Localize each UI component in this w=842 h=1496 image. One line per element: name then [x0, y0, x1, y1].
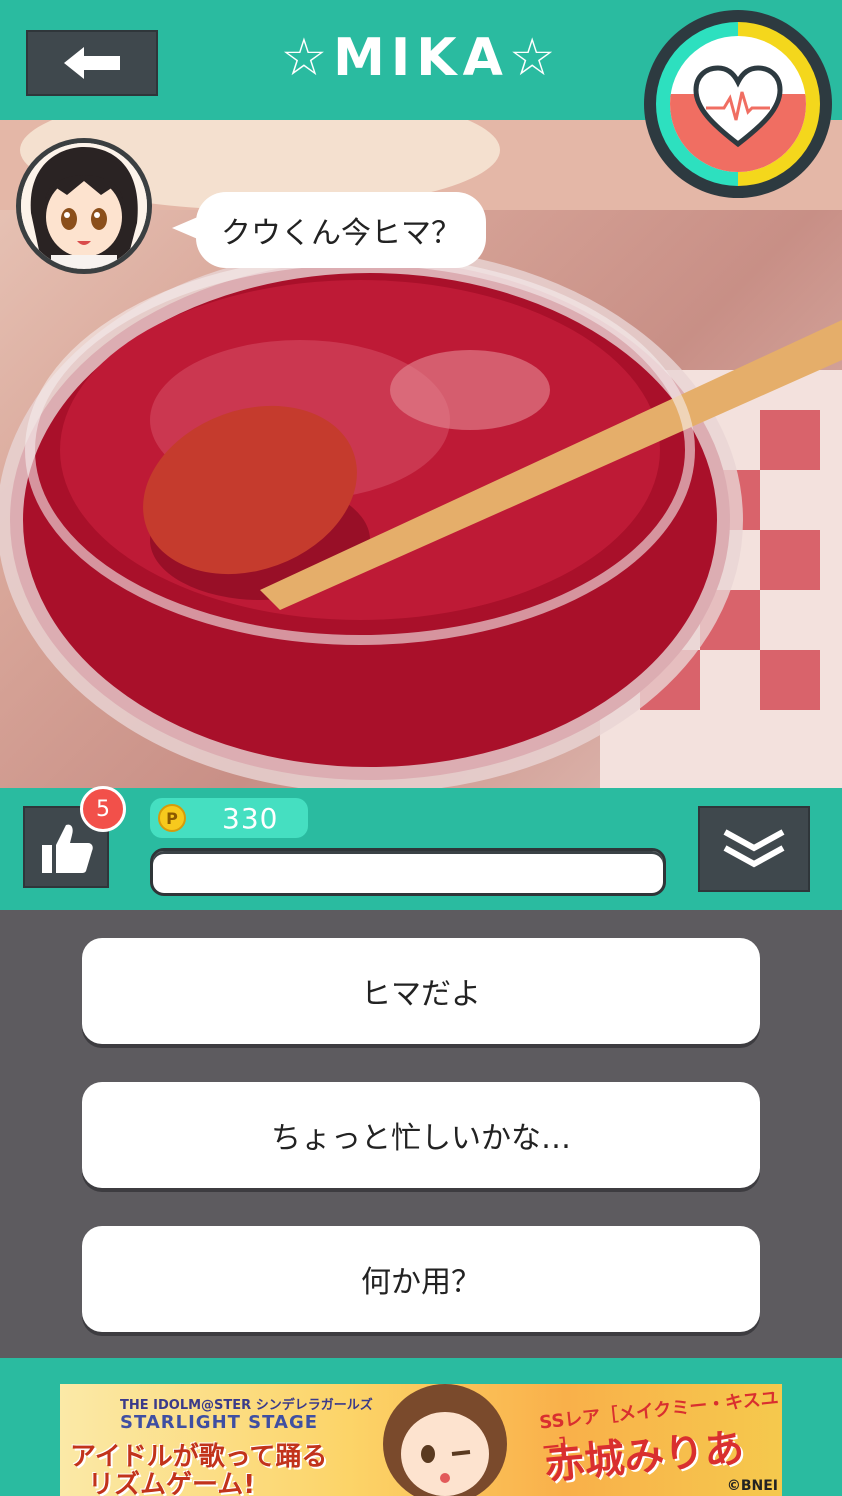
choices-panel: ヒマだよ ちょっと忙しいかな… 何か用？	[0, 910, 842, 1358]
ad-subtitle: STARLIGHT STAGE	[120, 1412, 319, 1433]
double-chevron-down-icon	[723, 829, 785, 868]
points-display: P 330	[150, 798, 308, 838]
thumbs-up-icon	[42, 824, 93, 873]
choice-button-3[interactable]: 何か用？	[82, 1226, 760, 1332]
arrow-left-icon	[64, 47, 120, 79]
ad-character-image	[383, 1384, 507, 1496]
ad-copyright: ©BNEI	[726, 1478, 778, 1494]
chat-message: クウくん今ヒマ？	[221, 216, 461, 251]
ad-banner[interactable]: THE IDOLM@STER シンデレラガールズ STARLIGHT STAGE…	[60, 1384, 782, 1496]
speech-bubble: クウくん今ヒマ？	[172, 192, 486, 268]
ad-brand: THE IDOLM@STER シンデレラガールズ	[120, 1398, 373, 1413]
ad-headline-2: リズムゲーム!	[88, 1470, 256, 1496]
character-face-icon	[21, 143, 147, 269]
choice-button-2[interactable]: ちょっと忙しいかな…	[82, 1082, 760, 1188]
notification-badge: 5	[80, 786, 126, 832]
coin-icon: P	[158, 804, 186, 832]
gauge-center	[670, 36, 806, 172]
expand-button[interactable]	[698, 806, 810, 892]
heart-pulse-icon	[693, 65, 783, 148]
message-input[interactable]	[150, 848, 666, 896]
character-avatar[interactable]	[16, 138, 152, 274]
back-button[interactable]	[26, 30, 158, 96]
choice-button-1[interactable]: ヒマだよ	[82, 938, 760, 1044]
points-value: 330	[222, 802, 279, 835]
affection-gauge[interactable]	[644, 10, 832, 198]
